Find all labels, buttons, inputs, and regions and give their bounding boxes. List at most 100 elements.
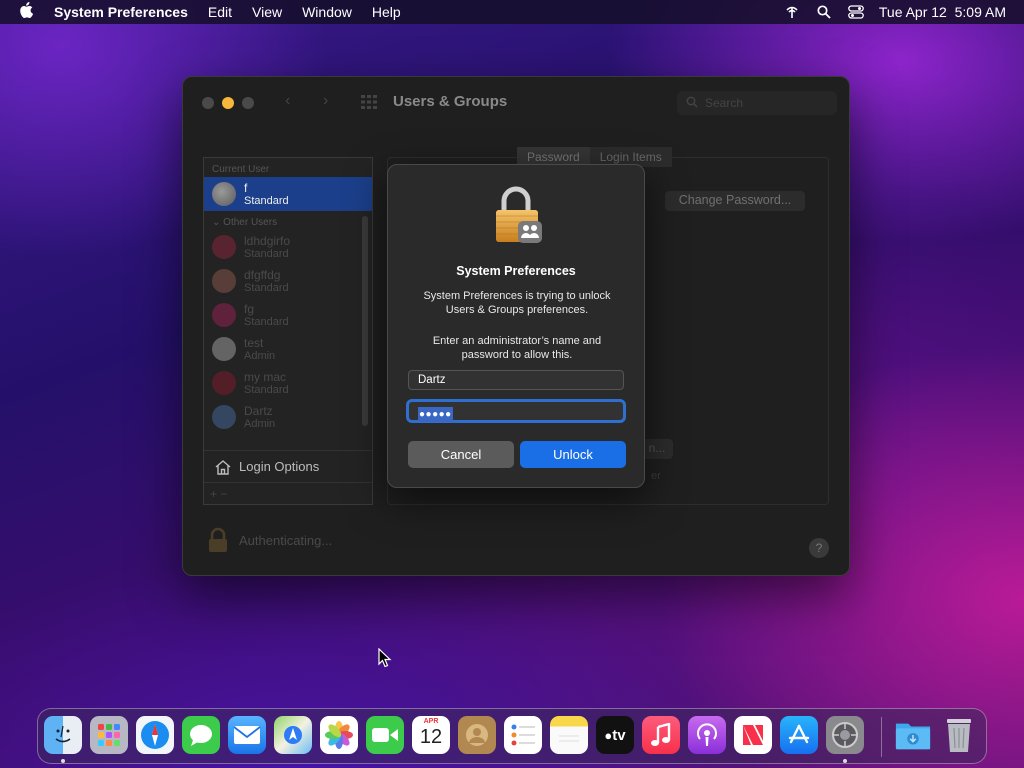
login-options-item[interactable]: Login Options [204, 450, 372, 482]
back-arrow-icon[interactable]: ‹ [285, 92, 290, 110]
cancel-button[interactable]: Cancel [408, 441, 514, 468]
avatar [212, 405, 236, 429]
launchpad-icon[interactable] [90, 716, 128, 754]
maps-icon[interactable] [274, 716, 312, 754]
unlock-button[interactable]: Unlock [520, 441, 626, 468]
user-row[interactable]: fg Standard [204, 298, 372, 332]
password-field[interactable]: ●●●●● [406, 399, 626, 423]
user-row[interactable]: test Admin [204, 332, 372, 366]
messages-icon[interactable] [182, 716, 220, 754]
avatar [212, 235, 236, 259]
search-field[interactable]: Search [677, 91, 837, 115]
user-name: Dartz [244, 403, 273, 418]
disclosure-chevron-icon[interactable]: ⌄ [212, 217, 223, 228]
menu-view[interactable]: View [242, 4, 292, 20]
authenticating-status-text: Authenticating... [239, 532, 333, 548]
news-icon[interactable] [734, 716, 772, 754]
dialog-title: System Preferences [456, 264, 576, 278]
menu-clock[interactable]: Tue Apr 12 5:09 AM [879, 4, 1006, 20]
podcasts-icon[interactable] [688, 716, 726, 754]
user-name: fg [244, 301, 255, 316]
spotlight-search-icon[interactable] [815, 4, 833, 20]
reminders-icon[interactable] [504, 716, 542, 754]
house-icon [215, 459, 231, 475]
avatar [212, 269, 236, 293]
downloads-folder-icon[interactable] [894, 716, 932, 754]
menu-edit[interactable]: Edit [198, 4, 242, 20]
current-user-heading: Current User [212, 164, 270, 175]
apple-tv-icon[interactable]: ● tv [596, 716, 634, 754]
other-users-heading: ⌄ Other Users [212, 217, 278, 228]
avatar [212, 303, 236, 327]
airdrop-status-icon[interactable] [783, 4, 801, 20]
apple-menu-icon[interactable] [0, 1, 52, 23]
mouse-pointer-icon [378, 647, 392, 673]
user-name: ldhdgirfo [244, 233, 291, 248]
search-icon [686, 96, 698, 111]
avatar [212, 182, 236, 206]
title-bar: ‹ › Users & Groups Search [183, 77, 849, 129]
avatar [212, 371, 236, 395]
authentication-dialog: System Preferences System Preferences is… [387, 164, 645, 488]
user-row[interactable]: dfgffdg Standard [204, 264, 372, 298]
running-indicator [61, 759, 65, 763]
sidebar-scrollbar[interactable] [362, 216, 368, 426]
calendar-icon[interactable]: APR 12 [412, 716, 450, 754]
user-name: my mac [244, 369, 286, 384]
lock-status[interactable]: Authenticating... [207, 527, 332, 553]
obscured-text: er [651, 470, 661, 482]
password-mask-selected: ●●●●● [418, 407, 453, 422]
notes-icon[interactable] [550, 716, 588, 754]
photos-icon[interactable] [320, 716, 358, 754]
close-window-button[interactable] [202, 97, 214, 109]
menu-bar: System Preferences Edit View Window Help… [0, 0, 1024, 24]
user-row-current[interactable]: f Standard [204, 177, 372, 211]
help-button[interactable]: ? [809, 538, 829, 558]
facetime-icon[interactable] [366, 716, 404, 754]
minimize-window-button[interactable] [222, 97, 234, 109]
user-row[interactable]: Dartz Admin [204, 400, 372, 434]
show-all-grid-icon[interactable] [361, 95, 377, 114]
forward-arrow-icon[interactable]: › [323, 92, 328, 110]
username-field[interactable]: Dartz [408, 370, 624, 390]
lock-icon [209, 527, 227, 552]
system-preferences-icon[interactable] [826, 716, 864, 754]
user-name: dfgffdg [244, 267, 281, 282]
music-icon[interactable] [642, 716, 680, 754]
dialog-prompt: Enter an administrator’s name and passwo… [432, 335, 602, 361]
safari-icon[interactable] [136, 716, 174, 754]
lock-users-icon [492, 185, 544, 250]
user-role: Standard [244, 247, 289, 260]
obscured-button[interactable]: n... [641, 439, 673, 459]
user-role: Standard [244, 315, 289, 328]
control-center-icon[interactable] [847, 4, 865, 20]
app-store-icon[interactable] [780, 716, 818, 754]
zoom-window-button[interactable] [242, 97, 254, 109]
contacts-icon[interactable] [458, 716, 496, 754]
dock-separator [881, 717, 882, 757]
window-title: Users & Groups [393, 93, 508, 110]
login-options-label: Login Options [239, 459, 320, 474]
avatar [212, 337, 236, 361]
calendar-month: APR [423, 718, 439, 725]
tv-label: tv [612, 726, 626, 744]
user-name: f [244, 180, 248, 195]
add-remove-user-controls[interactable]: + − [204, 482, 372, 504]
finder-icon[interactable] [44, 716, 82, 754]
trash-icon[interactable] [940, 716, 978, 754]
user-role: Admin [244, 417, 276, 430]
mail-icon[interactable] [228, 716, 266, 754]
menu-window[interactable]: Window [292, 4, 362, 20]
change-password-button[interactable]: Change Password... [665, 191, 805, 211]
dialog-message: System Preferences is trying to unlock U… [423, 290, 611, 316]
menu-app-name[interactable]: System Preferences [52, 4, 198, 20]
menu-help[interactable]: Help [362, 4, 411, 20]
dock: APR 12 ● tv [37, 708, 987, 764]
user-row[interactable]: ldhdgirfo Standard [204, 230, 372, 264]
users-sidebar: Current User f Standard ⌄ Other Users ld… [203, 157, 373, 505]
user-role: Standard [244, 194, 289, 207]
user-role: Standard [244, 383, 289, 396]
user-row[interactable]: my mac Standard [204, 366, 372, 400]
search-placeholder: Search [705, 96, 744, 110]
calendar-day: 12 [419, 726, 443, 748]
